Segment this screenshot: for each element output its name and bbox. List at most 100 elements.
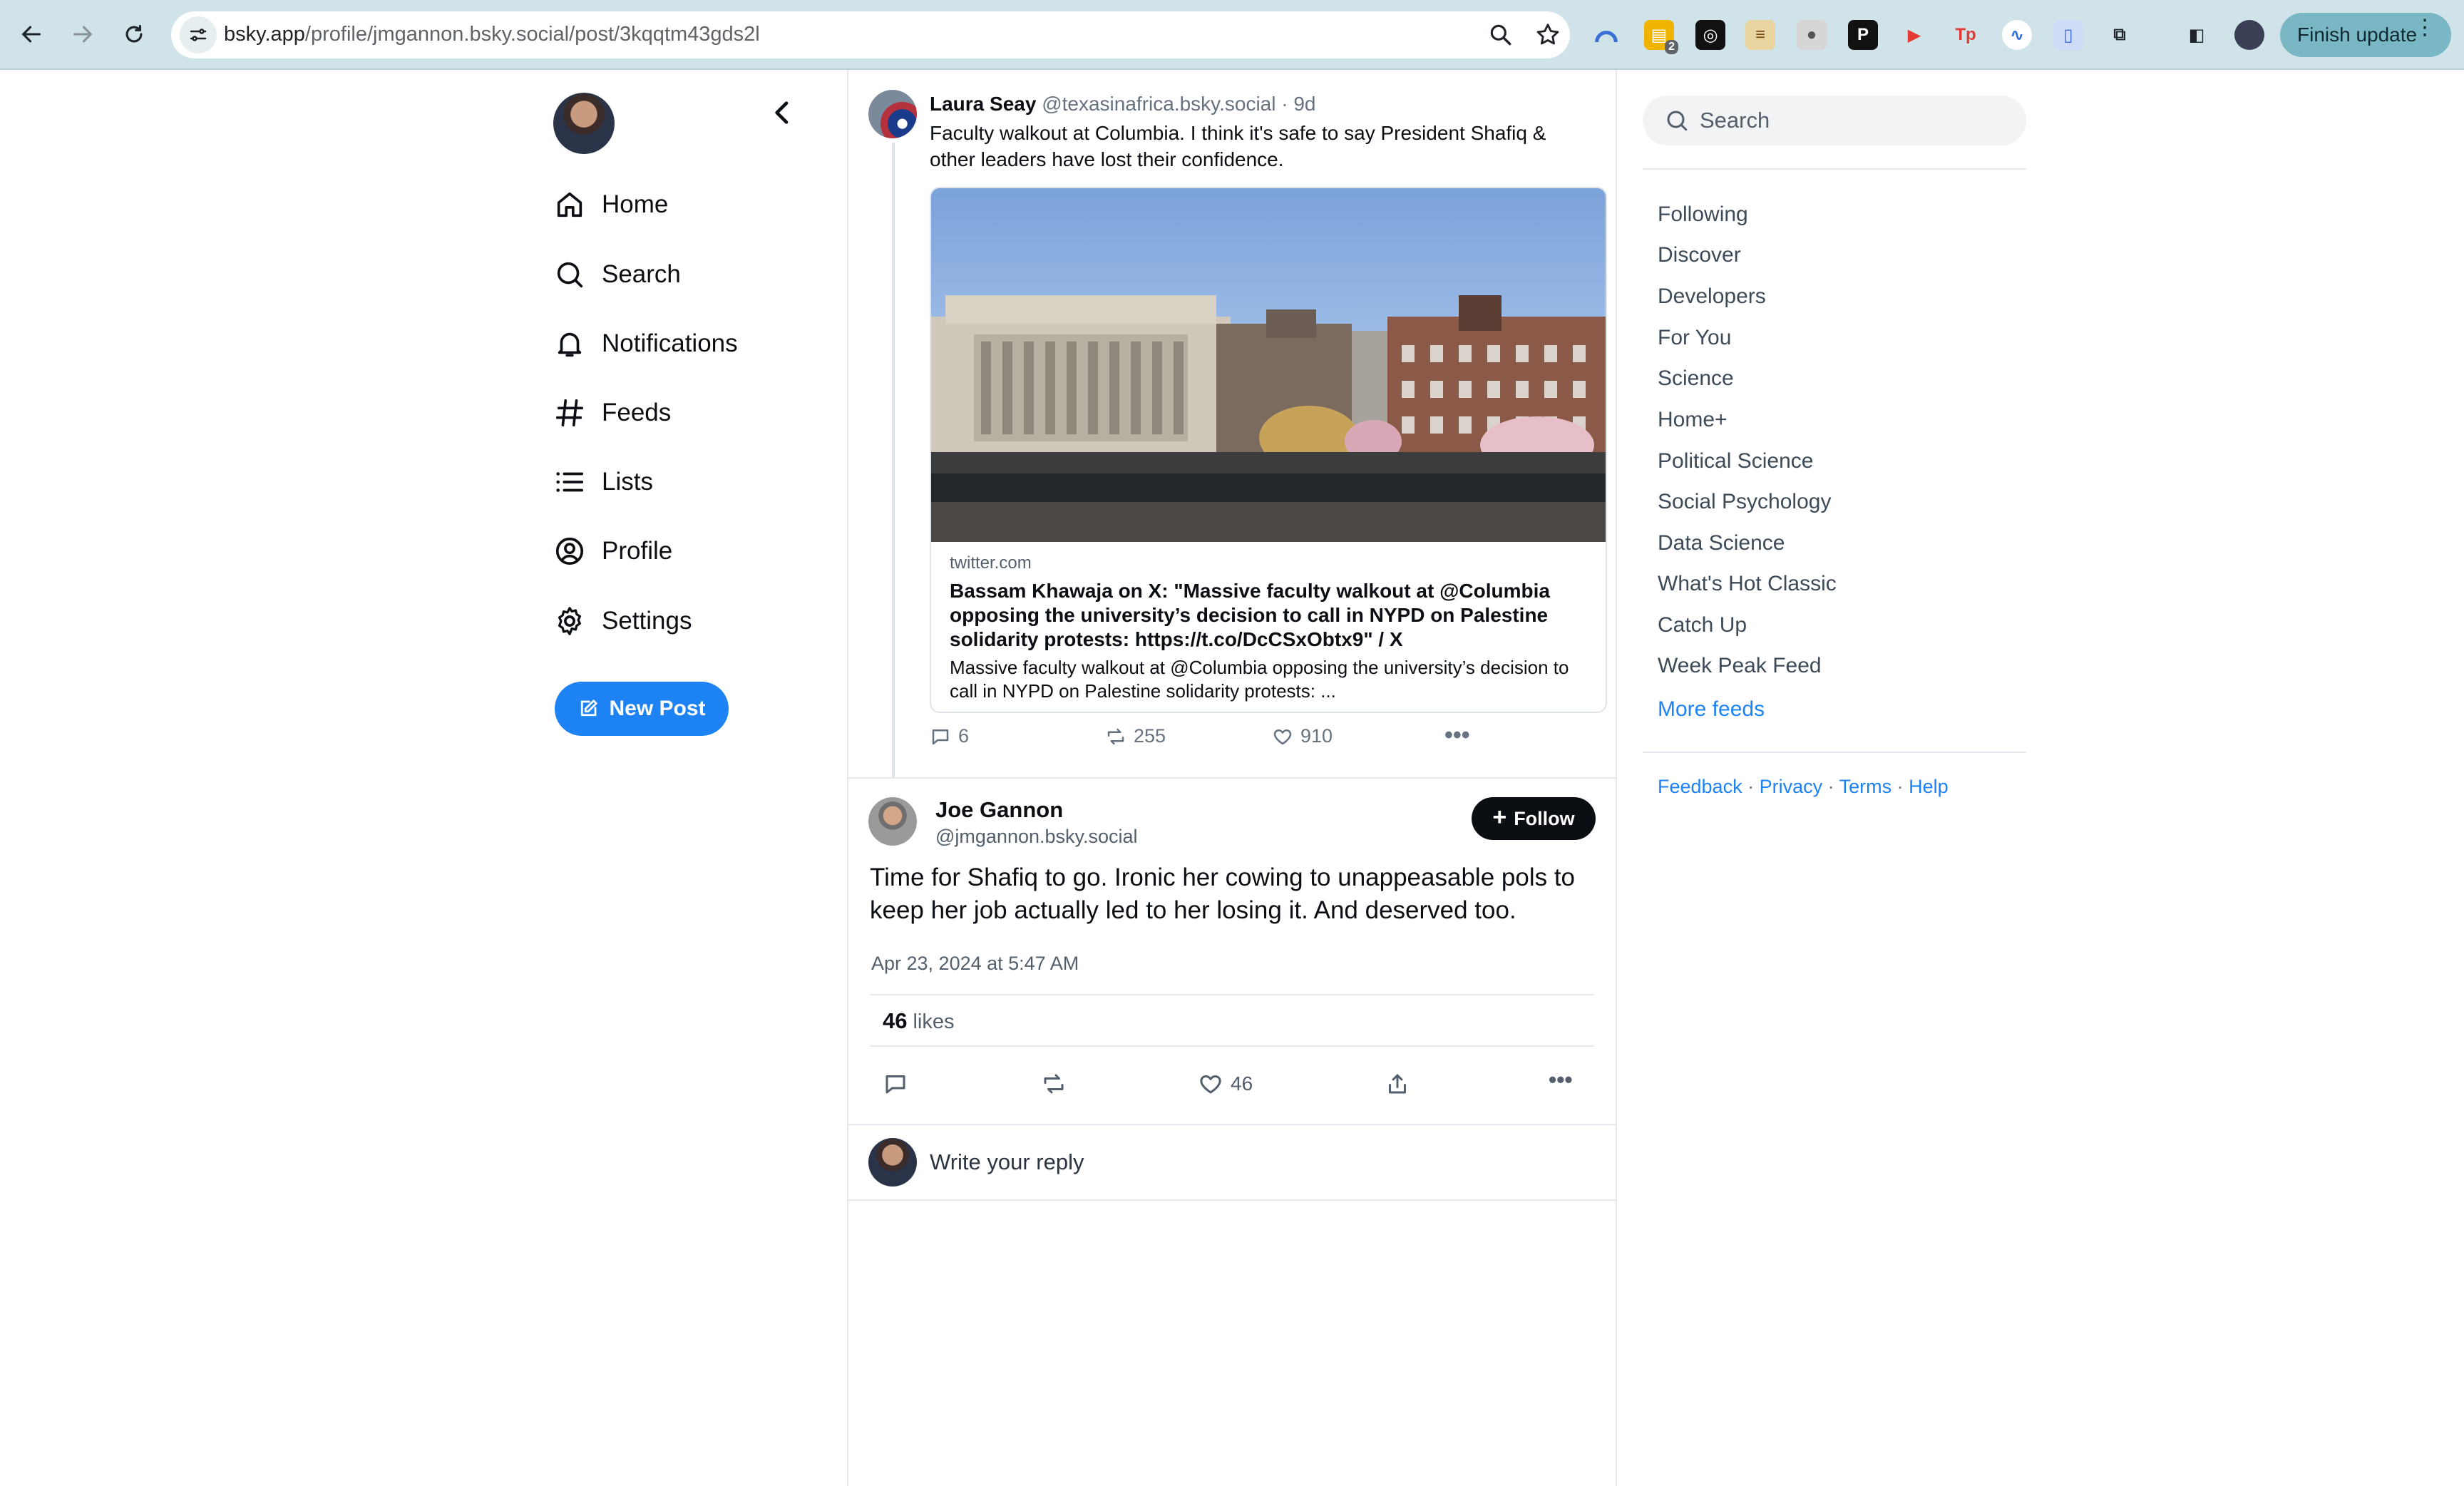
feed-link-week-peak-feed[interactable]: Week Peak Feed [1658, 654, 1822, 678]
feed-link-political-science[interactable]: Political Science [1658, 449, 1813, 473]
share-icon [1389, 1074, 1406, 1094]
footer-help-link[interactable]: Help [1909, 776, 1949, 797]
parent-reply-button[interactable]: 6 [930, 725, 969, 747]
nav-item-lists[interactable]: Lists [553, 461, 653, 503]
footer-feedback-link[interactable]: Feedback [1658, 776, 1742, 797]
follow-label: Follow [1514, 807, 1575, 829]
main-reply-button[interactable] [883, 1071, 915, 1097]
main-author-handle[interactable]: @jmgannon.bsky.social [935, 826, 1138, 848]
p-extension-icon[interactable]: P [1848, 20, 1878, 50]
link-card[interactable]: twitter.com Bassam Khawaja on X: "Massiv… [930, 187, 1607, 713]
chevron-left-icon[interactable] [769, 98, 797, 127]
feed-link-home-plus[interactable]: Home+ [1658, 408, 1728, 432]
new-post-button[interactable]: New Post [555, 682, 729, 736]
search-placeholder: Search [1700, 108, 1770, 133]
main-more-icon[interactable]: ••• [1549, 1067, 1573, 1093]
list-icon [556, 472, 584, 492]
share-button[interactable] [1385, 1071, 1417, 1097]
nav-item-feeds[interactable]: Feeds [553, 391, 671, 434]
feed-link-following[interactable]: Following [1658, 203, 1748, 227]
comment-icon [885, 1075, 905, 1094]
bookmark-star-icon[interactable] [1534, 21, 1561, 48]
nav-item-home[interactable]: Home [553, 183, 668, 226]
user-circle-icon [555, 537, 584, 565]
parent-author-name[interactable]: Laura Seay [930, 93, 1036, 115]
search-icon [1667, 111, 1688, 131]
main-repost-button[interactable] [1041, 1071, 1074, 1097]
feed-link-developers[interactable]: Developers [1658, 285, 1766, 309]
user-avatar[interactable] [553, 93, 615, 154]
nav-label-search: Search [602, 260, 681, 288]
main-author-avatar[interactable] [868, 797, 917, 846]
main-like-button[interactable]: 46 [1198, 1071, 1253, 1097]
search-divider [1643, 168, 2026, 170]
more-feeds-link[interactable]: More feeds [1658, 697, 1765, 722]
reply-divider-top [848, 1124, 1616, 1125]
profile-avatar-icon[interactable] [2234, 20, 2264, 50]
parent-author-line: Laura Seay @texasinafrica.bsky.social · … [930, 93, 1315, 116]
main-post-timestamp: Apr 23, 2024 at 5:47 AM [871, 953, 1079, 974]
circle-extension-icon[interactable]: ◎ [1695, 20, 1725, 50]
parent-more-icon[interactable]: ••• [1444, 722, 1470, 749]
arc-extension-icon[interactable] [1591, 20, 1621, 50]
arrow-left-icon [21, 26, 41, 43]
nav-label-lists: Lists [602, 468, 653, 496]
parent-author-handle[interactable]: @texasinafrica.bsky.social [1042, 93, 1275, 115]
parent-repost-button[interactable]: 255 [1105, 725, 1166, 747]
honey-extension-icon[interactable]: ≡ [1745, 20, 1775, 50]
feed-link-data-science[interactable]: Data Science [1658, 531, 1785, 555]
site-settings-button[interactable] [180, 16, 217, 53]
nav-label-notifications: Notifications [602, 329, 738, 357]
search-input[interactable]: Search [1643, 96, 2026, 145]
nav-item-search[interactable]: Search [553, 253, 681, 296]
feed-link-science[interactable]: Science [1658, 367, 1734, 391]
nav-item-profile[interactable]: Profile [553, 530, 672, 573]
url-path: /profile/jmgannon.bsky.social/post/3kqqt… [304, 23, 760, 46]
feed-link-catch-up[interactable]: Catch Up [1658, 613, 1747, 637]
reload-button[interactable] [115, 16, 153, 53]
parent-like-count: 910 [1300, 725, 1333, 747]
tp-extension-icon[interactable]: Tp [1951, 20, 1981, 50]
extension-badge: 2 [1665, 40, 1678, 54]
feed-link-social-psychology[interactable]: Social Psychology [1658, 490, 1831, 514]
nav-item-settings[interactable]: Settings [553, 600, 692, 642]
feed-link-discover[interactable]: Discover [1658, 243, 1741, 267]
parent-like-button[interactable]: 910 [1272, 725, 1333, 747]
likes-summary[interactable]: 46 likes [883, 1008, 955, 1034]
browser-toolbar: bsky.app/profile/jmgannon.bsky.social/po… [0, 0, 2464, 70]
footer-privacy-link[interactable]: Privacy [1760, 776, 1823, 797]
bell-icon [558, 332, 582, 357]
nav-item-notifications[interactable]: Notifications [553, 322, 738, 365]
reply-input[interactable]: Write your reply [930, 1149, 1084, 1175]
finish-update-button[interactable]: Finish update ⋮ [2280, 13, 2451, 57]
repost-icon [1107, 728, 1124, 744]
zoom-icon[interactable] [1487, 21, 1514, 48]
wave-extension-icon[interactable]: ∿ [2002, 20, 2032, 50]
main-author-name[interactable]: Joe Gannon [935, 797, 1063, 823]
back-button[interactable] [13, 16, 50, 53]
parent-repost-count: 255 [1134, 725, 1166, 747]
link-card-description: Massive faculty walkout at @Columbia opp… [950, 657, 1569, 702]
side-panel-icon[interactable]: ◧ [2182, 20, 2212, 50]
feed-link-for-you[interactable]: For You [1658, 326, 1731, 350]
footer-separator: · [1822, 776, 1839, 797]
follow-button[interactable]: + Follow [1472, 797, 1596, 840]
parent-author-avatar[interactable] [868, 90, 917, 138]
parent-reply-count: 6 [958, 725, 970, 747]
address-bar[interactable]: bsky.app/profile/jmgannon.bsky.social/po… [171, 11, 1570, 58]
pumpkin-extension-icon[interactable]: ● [1797, 20, 1827, 50]
kebab-menu-icon[interactable]: ⋮ [2414, 17, 2435, 39]
footer-links: Feedback · Privacy · Terms · Help [1658, 776, 1949, 798]
footer-terms-link[interactable]: Terms [1839, 776, 1892, 797]
doc-extension-icon[interactable]: ▯ [2053, 20, 2083, 50]
play-extension-icon[interactable]: ▶ [1899, 20, 1929, 50]
finish-update-label: Finish update [2297, 24, 2418, 46]
gear-icon [558, 607, 582, 635]
nav-label-settings: Settings [602, 607, 692, 635]
puzzle-extension-icon[interactable]: ⧉ [2105, 20, 2135, 50]
stats-divider-bottom [870, 1045, 1594, 1047]
forward-button[interactable] [64, 16, 101, 53]
footer-separator: · [1891, 776, 1909, 797]
feed-link-whats-hot-classic[interactable]: What's Hot Classic [1658, 572, 1837, 596]
folder-extension-icon[interactable]: ▤ 2 [1644, 20, 1678, 54]
